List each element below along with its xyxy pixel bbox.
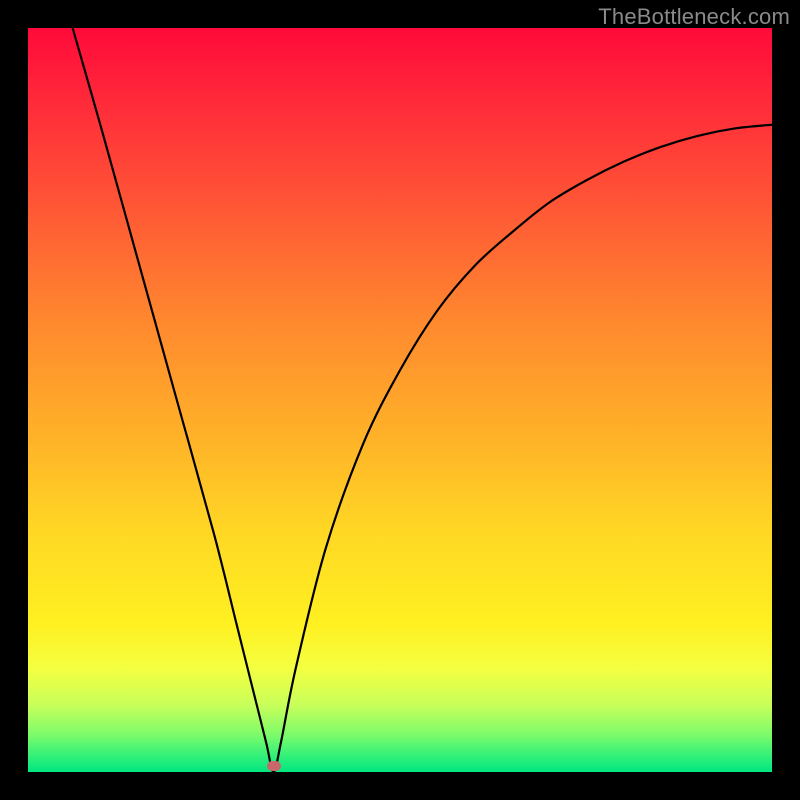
plot-area — [28, 28, 772, 772]
watermark-text: TheBottleneck.com — [598, 4, 790, 30]
minimum-marker — [267, 761, 281, 771]
chart-frame: TheBottleneck.com — [0, 0, 800, 800]
curve-path — [73, 28, 772, 772]
bottleneck-curve — [28, 28, 772, 772]
